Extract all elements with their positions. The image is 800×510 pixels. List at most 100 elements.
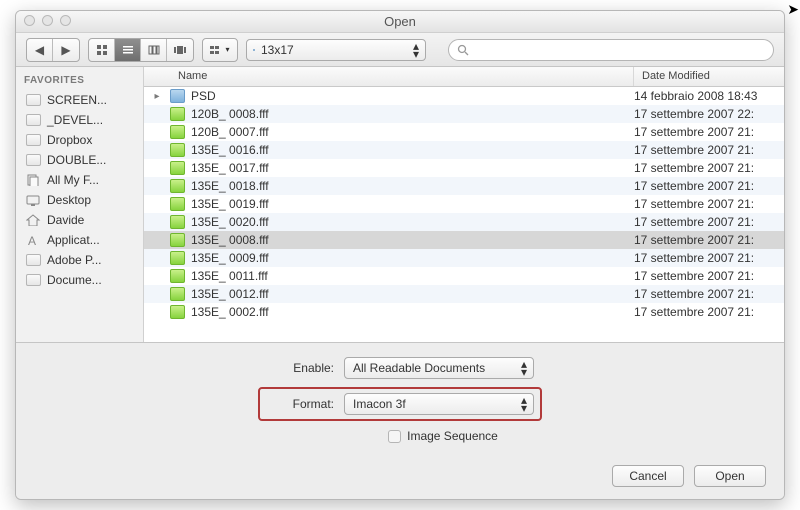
column-name[interactable]: Name: [170, 67, 634, 86]
coverflow-view-button[interactable]: [167, 39, 193, 61]
file-name: 135E_ 0017.fff: [191, 161, 634, 175]
folder-icon: [26, 254, 41, 266]
search-input[interactable]: [448, 39, 774, 61]
sidebar-item[interactable]: Desktop: [16, 190, 143, 210]
sidebar-item-label: _DEVEL...: [47, 113, 103, 127]
sidebar-item[interactable]: SCREEN...: [16, 90, 143, 110]
list-view-button[interactable]: [115, 39, 141, 61]
view-mode-buttons: [88, 38, 194, 62]
file-date: 17 settembre 2007 21:: [634, 287, 784, 301]
sidebar-item[interactable]: All My F...: [16, 170, 143, 190]
sidebar-item[interactable]: A Applicat...: [16, 230, 143, 250]
image-sequence-row: Image Sequence: [388, 429, 498, 443]
disclosure-icon[interactable]: ▸: [144, 91, 170, 102]
folder-icon: [26, 94, 41, 106]
table-row[interactable]: 135E_ 0017.fff17 settembre 2007 21:: [144, 159, 784, 177]
enable-label: Enable:: [266, 361, 334, 375]
sidebar-item-label: Davide: [47, 213, 84, 227]
file-name: 135E_ 0009.fff: [191, 251, 634, 265]
file-date: 17 settembre 2007 21:: [634, 161, 784, 175]
sidebar-heading: FAVORITES: [16, 71, 143, 90]
table-row[interactable]: 135E_ 0008.fff17 settembre 2007 21:: [144, 231, 784, 249]
file-icon: [170, 161, 185, 175]
folder-icon: [26, 274, 41, 286]
file-date: 17 settembre 2007 21:: [634, 251, 784, 265]
minimize-icon[interactable]: [42, 15, 53, 26]
file-date: 17 settembre 2007 21:: [634, 143, 784, 157]
format-value: Imacon 3f: [353, 397, 406, 411]
format-label: Format:: [266, 397, 334, 411]
sidebar-item[interactable]: Davide: [16, 210, 143, 230]
format-dropdown[interactable]: Imacon 3f ▴▾: [344, 393, 534, 415]
path-dropdown[interactable]: 13x17 ▴▾: [246, 39, 426, 61]
forward-button[interactable]: ▶: [53, 39, 79, 61]
close-icon[interactable]: [24, 15, 35, 26]
footer: Cancel Open: [16, 453, 784, 499]
titlebar: Open: [16, 11, 784, 33]
image-sequence-checkbox[interactable]: [388, 430, 401, 443]
arrange-button-group: ▾: [202, 38, 238, 62]
table-row[interactable]: 135E_ 0012.fff17 settembre 2007 21:: [144, 285, 784, 303]
file-date: 17 settembre 2007 21:: [634, 179, 784, 193]
arrange-button[interactable]: ▾: [203, 39, 237, 61]
table-row[interactable]: 135E_ 0019.fff17 settembre 2007 21:: [144, 195, 784, 213]
table-row[interactable]: ▸PSD14 febbraio 2008 18:43: [144, 87, 784, 105]
folder-icon: [253, 49, 255, 51]
enable-row: Enable: All Readable Documents ▴▾: [266, 357, 534, 379]
sidebar-item-label: DOUBLE...: [47, 153, 106, 167]
svg-text:A: A: [28, 234, 36, 246]
file-browser: Name Date Modified ▸PSD14 febbraio 2008 …: [144, 67, 784, 342]
allfiles-icon: [26, 174, 41, 186]
image-sequence-label: Image Sequence: [407, 429, 498, 443]
sidebar-item-label: Docume...: [47, 273, 102, 287]
cancel-button[interactable]: Cancel: [612, 465, 684, 487]
sidebar-item-label: All My F...: [47, 173, 99, 187]
table-row[interactable]: 135E_ 0011.fff17 settembre 2007 21:: [144, 267, 784, 285]
updown-icon: ▴▾: [521, 360, 527, 376]
sidebar: FAVORITES SCREEN... _DEVEL... Dropbox DOUBL…: [16, 67, 144, 342]
sidebar-item[interactable]: Adobe P...: [16, 250, 143, 270]
file-name: 135E_ 0019.fff: [191, 197, 634, 211]
table-row[interactable]: 120B_ 0008.fff17 settembre 2007 22:: [144, 105, 784, 123]
sidebar-item-label: Desktop: [47, 193, 91, 207]
open-button[interactable]: Open: [694, 465, 766, 487]
file-name: 135E_ 0011.fff: [191, 269, 634, 283]
enable-dropdown[interactable]: All Readable Documents ▴▾: [344, 357, 534, 379]
apps-icon: A: [26, 234, 41, 246]
table-row[interactable]: 135E_ 0018.fff17 settembre 2007 21:: [144, 177, 784, 195]
file-name: 135E_ 0002.fff: [191, 305, 634, 319]
file-icon: [170, 125, 185, 139]
path-label: 13x17: [261, 43, 294, 57]
column-view-button[interactable]: [141, 39, 167, 61]
coverflow-icon: [173, 45, 187, 55]
file-date: 17 settembre 2007 22:: [634, 107, 784, 121]
file-icon: [170, 107, 185, 121]
file-icon: [170, 269, 185, 283]
sidebar-item-label: SCREEN...: [47, 93, 107, 107]
window-title: Open: [384, 14, 416, 29]
file-date: 17 settembre 2007 21:: [634, 125, 784, 139]
table-row[interactable]: 120B_ 0007.fff17 settembre 2007 21:: [144, 123, 784, 141]
file-date: 17 settembre 2007 21:: [634, 233, 784, 247]
icon-view-button[interactable]: [89, 39, 115, 61]
sidebar-item[interactable]: Dropbox: [16, 130, 143, 150]
zoom-icon[interactable]: [60, 15, 71, 26]
sidebar-item[interactable]: Docume...: [16, 270, 143, 290]
table-row[interactable]: 135E_ 0016.fff17 settembre 2007 21:: [144, 141, 784, 159]
file-name: 135E_ 0018.fff: [191, 179, 634, 193]
grid-icon: [96, 44, 108, 56]
back-button[interactable]: ◀: [27, 39, 53, 61]
file-list[interactable]: ▸PSD14 febbraio 2008 18:43120B_ 0008.fff…: [144, 87, 784, 342]
column-date[interactable]: Date Modified: [634, 67, 784, 86]
file-name: 120B_ 0008.fff: [191, 107, 634, 121]
sidebar-item-label: Applicat...: [47, 233, 100, 247]
table-row[interactable]: 135E_ 0009.fff17 settembre 2007 21:: [144, 249, 784, 267]
open-dialog: ➤ Open ◀ ▶: [15, 10, 785, 500]
table-row[interactable]: 135E_ 0002.fff17 settembre 2007 21:: [144, 303, 784, 321]
toolbar: ◀ ▶ ▾ 13x17 ▴▾: [16, 33, 784, 67]
folder-icon: [26, 154, 41, 166]
file-date: 14 febbraio 2008 18:43: [634, 89, 784, 103]
sidebar-item[interactable]: _DEVEL...: [16, 110, 143, 130]
table-row[interactable]: 135E_ 0020.fff17 settembre 2007 21:: [144, 213, 784, 231]
sidebar-item[interactable]: DOUBLE...: [16, 150, 143, 170]
